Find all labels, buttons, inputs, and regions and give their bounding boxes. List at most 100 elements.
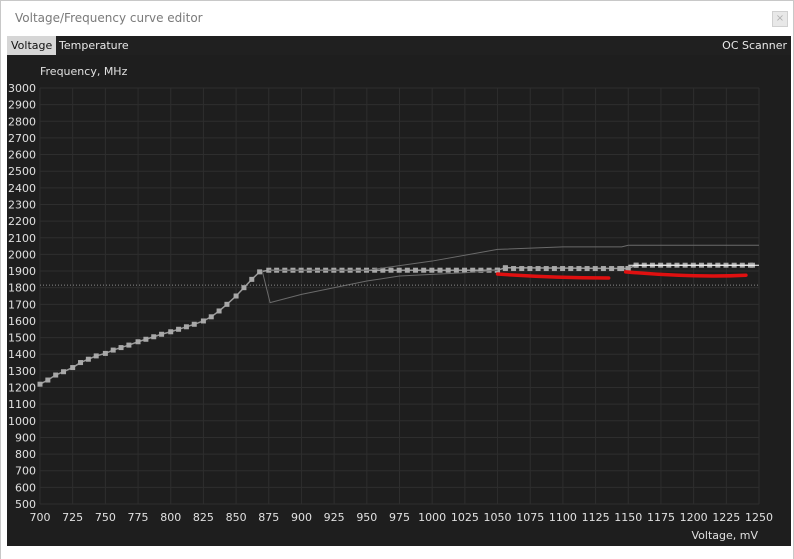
y-tick-label: 1200 bbox=[8, 382, 36, 395]
vf-curve-point bbox=[191, 321, 197, 327]
vf-curve-point bbox=[421, 267, 427, 273]
y-tick-label: 2300 bbox=[8, 198, 36, 211]
vf-curve-chart[interactable]: Frequency, MHz Voltage, mV 500 600 700 800 9… bbox=[7, 55, 791, 546]
x-tick-label: 1150 bbox=[614, 511, 642, 524]
y-tick-label: 800 bbox=[15, 448, 36, 461]
vf-curve-point bbox=[396, 267, 402, 273]
y-tick-label: 2900 bbox=[8, 99, 36, 112]
x-tick-label: 850 bbox=[226, 511, 247, 524]
x-tick-label: 1050 bbox=[484, 511, 512, 524]
y-tick-label: 2800 bbox=[8, 115, 36, 128]
vf-curve-point bbox=[502, 266, 508, 272]
vf-curve-point bbox=[535, 266, 541, 272]
y-tick-label: 500 bbox=[15, 498, 36, 511]
chart-panel[interactable]: Frequency, MHz Voltage, mV 500 600 700 800 9… bbox=[7, 55, 791, 546]
x-tick-label: 1100 bbox=[549, 511, 577, 524]
y-tick-label: 900 bbox=[15, 431, 36, 444]
red-annotation-stroke bbox=[623, 270, 748, 278]
vf-curve-point bbox=[45, 377, 51, 383]
vf-curve-point bbox=[249, 276, 255, 282]
x-tick-label: 700 bbox=[30, 511, 51, 524]
close-button[interactable]: × bbox=[772, 11, 788, 27]
x-tick-label: 1025 bbox=[451, 511, 479, 524]
x-tick-label: 725 bbox=[62, 511, 83, 524]
y-tick-label: 2000 bbox=[8, 248, 36, 261]
vf-curve-point bbox=[118, 345, 124, 351]
tab-bar: Voltage Temperature OC Scanner bbox=[7, 36, 791, 55]
vf-curve-point bbox=[576, 266, 582, 272]
x-tick-label: 1200 bbox=[680, 511, 708, 524]
y-tick-label: 1800 bbox=[8, 282, 36, 295]
tab-voltage[interactable]: Voltage bbox=[7, 36, 57, 55]
y-axis-label: Frequency, MHz bbox=[40, 65, 128, 78]
y-tick-label: 1700 bbox=[8, 298, 36, 311]
y-tick-label: 600 bbox=[15, 481, 36, 494]
vf-curve-point bbox=[609, 266, 615, 272]
x-tick-label: 950 bbox=[356, 511, 377, 524]
y-tick-label: 1900 bbox=[8, 265, 36, 278]
x-tick-label: 825 bbox=[193, 511, 214, 524]
y-tick-label: 700 bbox=[15, 465, 36, 478]
vf-curve-point bbox=[568, 266, 574, 272]
vf-curve-point bbox=[200, 318, 206, 324]
vf-curve-point bbox=[584, 266, 590, 272]
vf-curve-point bbox=[61, 369, 67, 375]
vf-curve-point bbox=[53, 372, 59, 378]
y-tick-label: 1600 bbox=[8, 315, 36, 328]
vf-curve-point bbox=[135, 339, 141, 345]
x-tick-label: 750 bbox=[95, 511, 116, 524]
vf-curve-point bbox=[37, 381, 43, 387]
vf-curve-point bbox=[543, 266, 549, 272]
vf-curve-point bbox=[453, 267, 459, 273]
x-tick-label: 1075 bbox=[516, 511, 544, 524]
vf-curve-point bbox=[233, 293, 239, 299]
red-annotation-stroke bbox=[495, 272, 611, 280]
vf-curve-point bbox=[159, 331, 165, 337]
vf-curve-point bbox=[437, 267, 443, 273]
y-tick-label: 1300 bbox=[8, 365, 36, 378]
x-tick-label: 800 bbox=[160, 511, 181, 524]
vf-curve-point bbox=[241, 285, 247, 291]
vf-curve-line bbox=[39, 264, 753, 385]
vf-curve-point bbox=[445, 267, 451, 273]
vf-curve-point bbox=[388, 267, 394, 273]
x-tick-label: 1175 bbox=[647, 511, 675, 524]
vf-curve-point bbox=[151, 334, 157, 340]
vf-curve-point bbox=[404, 267, 410, 273]
vf-curve-point bbox=[511, 266, 517, 272]
y-tick-label: 1100 bbox=[8, 398, 36, 411]
x-tick-label: 925 bbox=[324, 511, 345, 524]
y-tick-label: 2600 bbox=[8, 149, 36, 162]
vf-curve-point bbox=[168, 329, 174, 335]
vf-curve-point bbox=[551, 266, 557, 272]
y-tick-label: 1000 bbox=[8, 415, 36, 428]
x-tick-label: 1225 bbox=[712, 511, 740, 524]
y-tick-label: 3000 bbox=[8, 82, 36, 95]
y-tick-label: 1400 bbox=[8, 348, 36, 361]
vf-curve-point bbox=[176, 326, 182, 332]
vf-curve-point bbox=[257, 269, 263, 275]
vf-curve-point bbox=[85, 356, 91, 362]
vf-curve-point bbox=[93, 353, 99, 359]
tab-temperature[interactable]: Temperature bbox=[55, 36, 133, 55]
x-tick-label: 1250 bbox=[745, 511, 773, 524]
title-bar[interactable]: Voltage/Frequency curve editor × bbox=[1, 1, 793, 34]
vf-curve-point bbox=[413, 267, 419, 273]
y-tick-label: 2200 bbox=[8, 215, 36, 228]
x-tick-label: 900 bbox=[291, 511, 312, 524]
x-axis-label: Voltage, mV bbox=[692, 529, 759, 542]
vf-curve-point bbox=[216, 308, 222, 314]
vf-curve-point bbox=[208, 314, 214, 320]
y-tick-label: 2500 bbox=[8, 165, 36, 178]
x-tick-label: 775 bbox=[128, 511, 149, 524]
vf-curve-point bbox=[183, 324, 189, 330]
curve-editor-window: Voltage/Frequency curve editor × Voltage… bbox=[0, 0, 794, 559]
oc-scanner-button[interactable]: OC Scanner bbox=[722, 36, 787, 55]
vf-curve-point bbox=[560, 266, 566, 272]
x-tick-label: 975 bbox=[389, 511, 410, 524]
vf-curve-point bbox=[527, 266, 533, 272]
vf-curve-point bbox=[70, 365, 76, 371]
vf-curve-point bbox=[486, 267, 492, 273]
window-title: Voltage/Frequency curve editor bbox=[15, 11, 203, 25]
vf-curve-point bbox=[592, 266, 598, 272]
